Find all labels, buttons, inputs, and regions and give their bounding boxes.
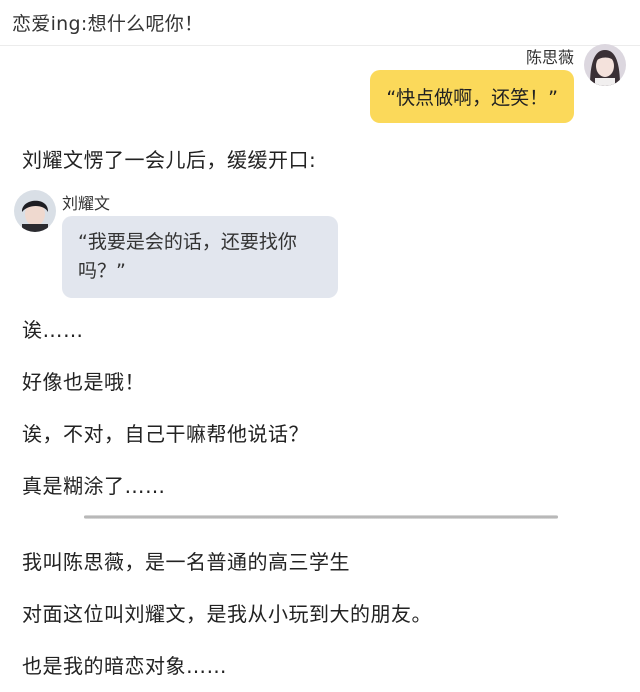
narration-line: 也是我的暗恋对象…… [22, 654, 227, 678]
sender-name: 陈思薇 [525, 48, 574, 67]
chat-message-right: 陈思薇 “快点做啊，还笑！” [110, 42, 630, 132]
page-title: 恋爱ing:想什么呢你！ [12, 13, 204, 35]
narration-line: 我叫陈思薇，是一名普通的高三学生 [22, 550, 350, 574]
narration-line: 对面这位叫刘耀文，是我从小玩到大的朋友。 [22, 602, 432, 626]
narration-line: 诶，不对，自己干嘛帮他说话？ [22, 422, 309, 446]
message-bubble: “我要是会的话，还要找你吗？” [62, 216, 338, 298]
avatar[interactable] [584, 44, 626, 86]
sender-name: 刘耀文 [62, 194, 111, 213]
section-divider [84, 515, 558, 519]
boy-avatar-icon [14, 190, 56, 232]
chat-message-left: 刘耀文 “我要是会的话，还要找你吗？” [12, 186, 372, 298]
top-bar: 恋爱ing:想什么呢你！ [0, 0, 640, 46]
avatar[interactable] [14, 190, 56, 232]
narration-line: 真是糊涂了…… [22, 474, 166, 498]
narration-line: 刘耀文愣了一会儿后，缓缓开口: [22, 148, 317, 172]
message-bubble: “快点做啊，还笑！” [370, 70, 574, 123]
narration-line: 诶…… [22, 318, 84, 342]
girl-avatar-icon [584, 44, 626, 86]
narration-line: 好像也是哦！ [22, 370, 145, 394]
